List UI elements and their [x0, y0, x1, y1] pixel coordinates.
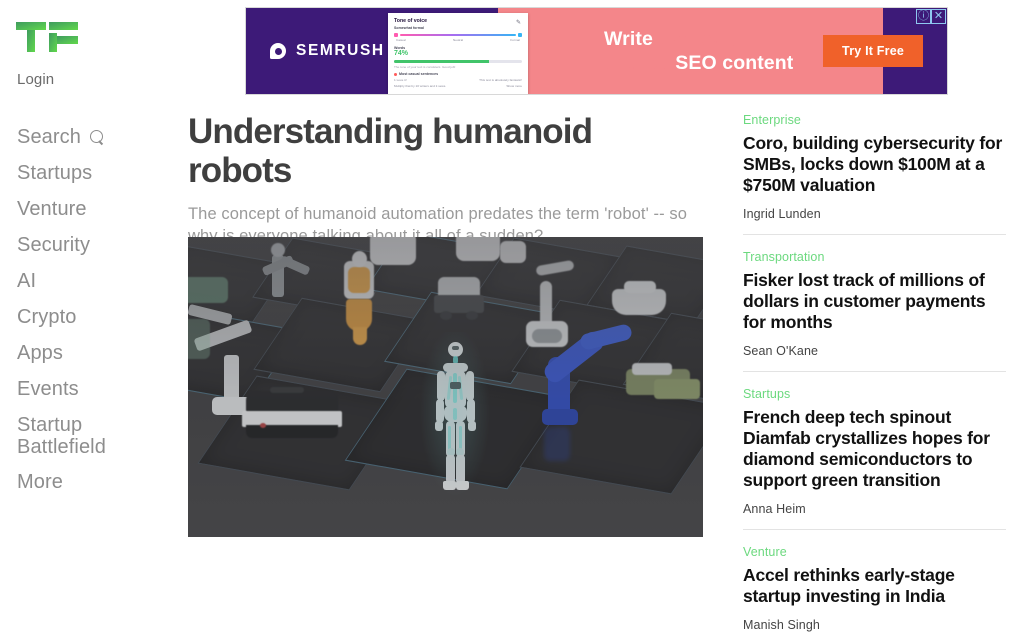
ad-card-slider — [394, 33, 522, 37]
sidebar-item-label: Security — [17, 234, 91, 256]
sidebar-item-label: Crypto — [17, 306, 77, 328]
ad-card-flag-label: Most casual sentences — [399, 72, 439, 76]
slider-track — [400, 34, 516, 36]
techcrunch-logo[interactable] — [16, 22, 78, 52]
page-root: Login Search Startups Venture Security A… — [0, 0, 1024, 632]
login-link[interactable]: Login — [17, 70, 54, 90]
slider-end-marker — [518, 33, 522, 37]
scale-label-casual: Casual — [396, 38, 406, 42]
sidebar-item-label: More — [17, 471, 63, 493]
sidebar-item-security[interactable]: Security — [17, 234, 177, 257]
article-author[interactable]: Anna Heim — [743, 502, 1006, 516]
article-category[interactable]: Transportation — [743, 249, 1006, 265]
list-item[interactable]: Enterprise Coro, building cybersecurity … — [743, 112, 1006, 234]
techcrunch-logo-icon — [16, 22, 78, 52]
ad-card-row2-left: Multiply that by 10 writers and it sews. — [394, 84, 447, 88]
sidebar-item-apps[interactable]: Apps — [17, 342, 177, 365]
sidebar-item-label: Apps — [17, 342, 63, 364]
sidebar-nav: Search Startups Venture Security AI Cryp… — [17, 126, 177, 507]
ad-banner-semrush[interactable]: SEMRUSH Tone of voice ✎ Somewhat formal … — [245, 7, 948, 95]
article-author[interactable]: Sean O'Kane — [743, 344, 1006, 358]
sidebar-item-events[interactable]: Events — [17, 378, 177, 401]
ad-product-card: Tone of voice ✎ Somewhat formal Casual N… — [388, 13, 528, 94]
article-author[interactable]: Manish Singh — [743, 618, 1006, 632]
sidebar-item-ai[interactable]: AI — [17, 270, 177, 293]
related-articles-sidebar: Enterprise Coro, building cybersecurity … — [743, 112, 1006, 632]
sidebar-item-label: AI — [17, 270, 37, 292]
ad-card-row1-right: This text is absolutely fantastic! — [479, 78, 522, 82]
left-sidebar: Login Search Startups Venture Security A… — [0, 0, 188, 632]
list-item[interactable]: Transportation Fisker lost track of mill… — [743, 234, 1006, 371]
sidebar-item-label: Startups — [17, 162, 93, 184]
ad-controls: ⓘ ✕ — [916, 9, 946, 24]
sidebar-item-venture[interactable]: Venture — [17, 198, 177, 221]
article-title[interactable]: Accel rethinks early-stage startup inves… — [743, 565, 1006, 607]
page-title: Understanding humanoid robots — [188, 112, 593, 190]
ad-card-note: The tone of your text is consistent. Goo… — [394, 65, 456, 69]
ad-headline-line1: Write perfectly — [604, 27, 793, 51]
article-title[interactable]: Coro, building cybersecurity for SMBs, l… — [743, 133, 1006, 196]
slider-start-marker — [394, 33, 398, 37]
ad-headline-line2: crafted SEO content — [604, 51, 793, 75]
sidebar-item-label: Search — [17, 126, 81, 148]
sidebar-item-label: Venture — [17, 198, 87, 220]
ad-headline-word-perfectly: perfectly — [658, 28, 741, 50]
ad-headline-word-write: Write — [604, 28, 659, 50]
ad-brand-lockup: SEMRUSH — [268, 41, 385, 61]
ad-card-percent: 74% — [394, 50, 409, 57]
article-hero-image — [188, 237, 703, 537]
ad-card-row1-left: 1 Love it! — [394, 78, 407, 82]
scale-label-formal: Formal — [510, 38, 520, 42]
edit-pencil-icon: ✎ — [515, 20, 521, 26]
ad-brand-name: SEMRUSH — [296, 42, 385, 59]
ad-info-icon[interactable]: ⓘ — [916, 9, 931, 24]
sidebar-item-label: Startup Battlefield — [17, 414, 106, 458]
ad-card-scale: Casual Neutral Formal — [394, 38, 522, 42]
ad-headline: Write perfectly crafted SEO content — [604, 27, 793, 75]
article-title[interactable]: French deep tech spinout Diamfab crystal… — [743, 407, 1006, 491]
article-title[interactable]: Fisker lost track of millions of dollars… — [743, 270, 1006, 333]
ad-card-flag: Most casual sentences — [394, 72, 522, 76]
list-item[interactable]: Startups French deep tech spinout Diamfa… — [743, 371, 1006, 529]
ad-card-show-more-link[interactable]: Show more — [506, 84, 522, 88]
sidebar-item-startup-battlefield[interactable]: Startup Battlefield — [17, 414, 177, 458]
article-author[interactable]: Ingrid Lunden — [743, 207, 1006, 221]
ad-card-subtitle: Somewhat formal — [394, 26, 424, 30]
search-icon — [89, 130, 105, 145]
sidebar-item-more[interactable]: More — [17, 471, 177, 494]
ad-headline-word-crafted: crafted — [604, 52, 676, 74]
advertisement: SEMRUSH Tone of voice ✎ Somewhat formal … — [245, 7, 948, 95]
ad-close-icon[interactable]: ✕ — [931, 9, 946, 24]
article-category[interactable]: Enterprise — [743, 112, 1006, 128]
warning-dot-icon — [394, 72, 397, 76]
ad-card-title: Tone of voice — [394, 18, 428, 24]
semrush-logo-icon — [268, 41, 288, 61]
sidebar-item-startups[interactable]: Startups — [17, 162, 177, 185]
ad-card-row-1: 1 Love it! This text is absolutely fanta… — [394, 78, 522, 82]
ad-cta-button[interactable]: Try It Free — [823, 35, 923, 67]
ad-card-progress-bar — [394, 60, 522, 63]
article-category[interactable]: Venture — [743, 544, 1006, 560]
sidebar-item-label: Events — [17, 378, 79, 400]
ad-card-row-2: Multiply that by 10 writers and it sews.… — [394, 84, 522, 88]
scale-label-neutral: Neutral — [453, 38, 463, 42]
hero-atmosphere — [188, 237, 703, 537]
article-category[interactable]: Startups — [743, 386, 1006, 402]
sidebar-item-crypto[interactable]: Crypto — [17, 306, 177, 329]
list-item[interactable]: Venture Accel rethinks early-stage start… — [743, 529, 1006, 632]
sidebar-item-search[interactable]: Search — [17, 126, 177, 149]
ad-headline-word-seo-content: SEO content — [675, 52, 794, 74]
